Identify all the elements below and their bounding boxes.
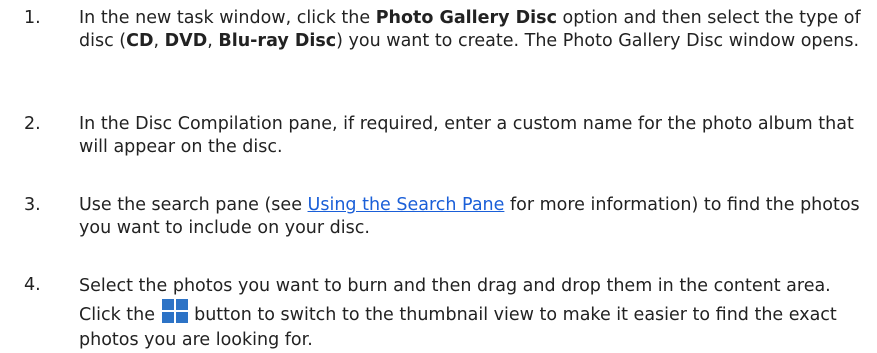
using-the-search-pane-link[interactable]: Using the Search Pane [308,195,505,215]
step-text: Use the search pane (see Using the Searc… [79,195,860,238]
step-text: In the Disc Compilation pane, if require… [79,114,854,157]
cd-option: CD [126,31,154,51]
step-number: 2. [24,114,41,134]
step-number: 3. [24,195,41,215]
blu-ray-disc-option: Blu-ray Disc [218,31,337,51]
step-number: 1. [24,8,41,28]
photo-gallery-disc-option: Photo Gallery Disc [375,8,557,28]
thumbnail-view-icon [161,299,188,323]
step-number: 4. [24,275,41,295]
step-text: Select the photos you want to burn and t… [79,276,837,350]
instruction-list: 1. In the new task window, click the Pho… [0,0,877,350]
step-text: In the new task window, click the Photo … [79,8,861,51]
dvd-option: DVD [164,31,208,51]
